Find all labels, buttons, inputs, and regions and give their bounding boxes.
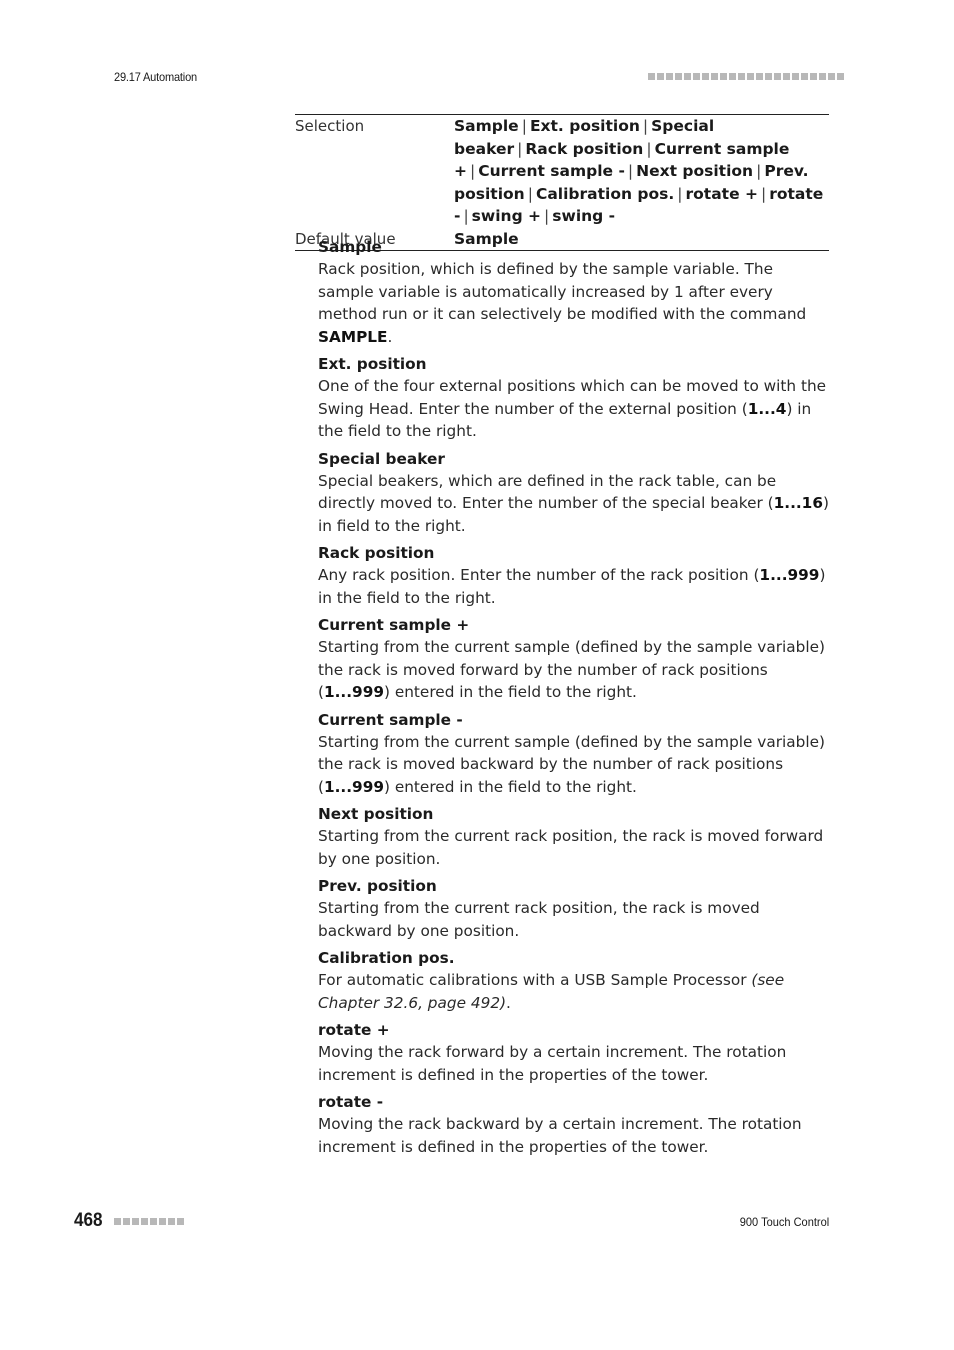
decoration-square: [168, 1218, 175, 1225]
option-separator: |: [677, 184, 683, 203]
definition-item: Next position Starting from the current r…: [318, 803, 833, 870]
definition-item: Rack position Any rack position. Enter th…: [318, 542, 833, 609]
definition-item: Current sample + Starting from the curren…: [318, 614, 833, 704]
decoration-square: [765, 73, 772, 80]
definition-item: Calibration pos. For automatic calibratio…: [318, 947, 833, 1014]
decoration-square: [702, 73, 709, 80]
decoration-square: [114, 1218, 121, 1225]
definition-term: Calibration pos.: [318, 949, 455, 967]
definition-description: Starting from the current rack position,…: [318, 827, 824, 868]
decoration-square: [132, 1218, 139, 1225]
decoration-square: [657, 73, 664, 80]
decoration-square: [819, 73, 826, 80]
selection-option: rotate +: [685, 184, 758, 203]
decoration-square: [684, 73, 691, 80]
selection-option: Ext. position: [529, 117, 640, 135]
option-separator: |: [517, 139, 523, 158]
decoration-square: [693, 73, 700, 80]
definition-description: Starting from the current rack position,…: [318, 899, 760, 940]
option-separator: |: [463, 207, 469, 225]
decoration-square: [801, 73, 808, 80]
decoration-square: [747, 73, 754, 80]
selection-option: Calibration pos.: [535, 184, 675, 203]
decoration-square: [123, 1218, 130, 1225]
definition-list: Sample Rack position, which is defined by…: [318, 236, 833, 1163]
definition-description: Starting from the current sample (define…: [318, 638, 825, 701]
definition-description: One of the four external positions which…: [318, 377, 827, 440]
definition-term: Next position: [318, 805, 434, 823]
definition-term: Sample: [318, 238, 382, 256]
definition-item: Prev. position Starting from the current …: [318, 875, 833, 942]
option-separator: |: [470, 162, 476, 180]
selection-options: Sample | Ext. position | Special beaker | Rack…: [454, 115, 829, 228]
page-number: 468: [74, 1210, 103, 1231]
selection-label: Selection: [295, 117, 365, 135]
definition-item: Ext. position One of the four external po…: [318, 353, 833, 443]
definition-item: rotate - Moving the rack backward by a ce…: [318, 1091, 833, 1158]
selection-option: Next position: [636, 162, 754, 180]
definition-item: Special beaker Special beakers, which are…: [318, 448, 833, 538]
definition-description: Any rack position. Enter the number of t…: [318, 566, 826, 607]
decoration-square: [150, 1218, 157, 1225]
selection-option: Rack position: [525, 139, 644, 158]
definition-term: Current sample +: [318, 616, 470, 634]
option-separator: |: [627, 162, 634, 180]
footer-decoration: [114, 1218, 184, 1225]
option-separator: |: [642, 117, 649, 135]
parameter-table: Selection Sample | Ext. position | Special b…: [295, 114, 829, 251]
selection-option: swing -: [552, 207, 616, 225]
definition-description: Rack position, which is defined by the s…: [318, 260, 807, 346]
decoration-square: [774, 73, 781, 80]
definition-term: Current sample -: [318, 710, 463, 729]
decoration-square: [783, 73, 790, 80]
definition-term: Prev. position: [318, 877, 437, 895]
definition-item: rotate + Moving the rack forward by a cer…: [318, 1019, 833, 1086]
option-separator: |: [756, 162, 762, 180]
section-header: 29.17 Automation: [114, 70, 198, 84]
decoration-square: [675, 73, 682, 80]
definition-term: Special beaker: [318, 449, 445, 468]
option-separator: |: [544, 207, 550, 225]
decoration-square: [810, 73, 817, 80]
decoration-square: [720, 73, 727, 80]
definition-description: For automatic calibrations with a USB Sa…: [318, 971, 785, 1012]
definition-description: Starting from the current sample (define…: [318, 732, 825, 796]
selection-option: Sample: [454, 117, 519, 135]
definition-term: Ext. position: [318, 355, 427, 373]
definition-item: Sample Rack position, which is defined by…: [318, 236, 833, 348]
decoration-square: [177, 1218, 184, 1225]
option-separator: |: [521, 117, 527, 135]
decoration-square: [729, 73, 736, 80]
option-separator: |: [760, 184, 767, 203]
decoration-square: [648, 73, 655, 80]
decoration-square: [828, 73, 835, 80]
definition-description: Moving the rack backward by a certain in…: [318, 1115, 802, 1156]
header-decoration: [648, 73, 844, 80]
decoration-square: [141, 1218, 148, 1225]
decoration-square: [756, 73, 763, 80]
definition-term: Rack position: [318, 544, 435, 562]
option-separator: |: [646, 139, 652, 158]
option-separator: |: [527, 184, 533, 203]
selection-option: swing +: [471, 207, 542, 225]
decoration-square: [792, 73, 799, 80]
definition-item: Current sample - Starting from the curren…: [318, 709, 833, 799]
definition-description: Moving the rack forward by a certain inc…: [318, 1043, 787, 1084]
selection-row: Selection Sample | Ext. position | Special b…: [295, 115, 829, 228]
decoration-square: [711, 73, 718, 80]
definition-term: rotate -: [318, 1093, 384, 1111]
decoration-square: [159, 1218, 166, 1225]
definition-description: Special beakers, which are defined in th…: [318, 471, 829, 535]
selection-option: Current sample -: [478, 162, 625, 180]
decoration-square: [738, 73, 745, 80]
product-name: 900 Touch Control: [739, 1215, 829, 1229]
decoration-square: [837, 73, 844, 80]
definition-term: rotate +: [318, 1021, 390, 1039]
decoration-square: [666, 73, 673, 80]
